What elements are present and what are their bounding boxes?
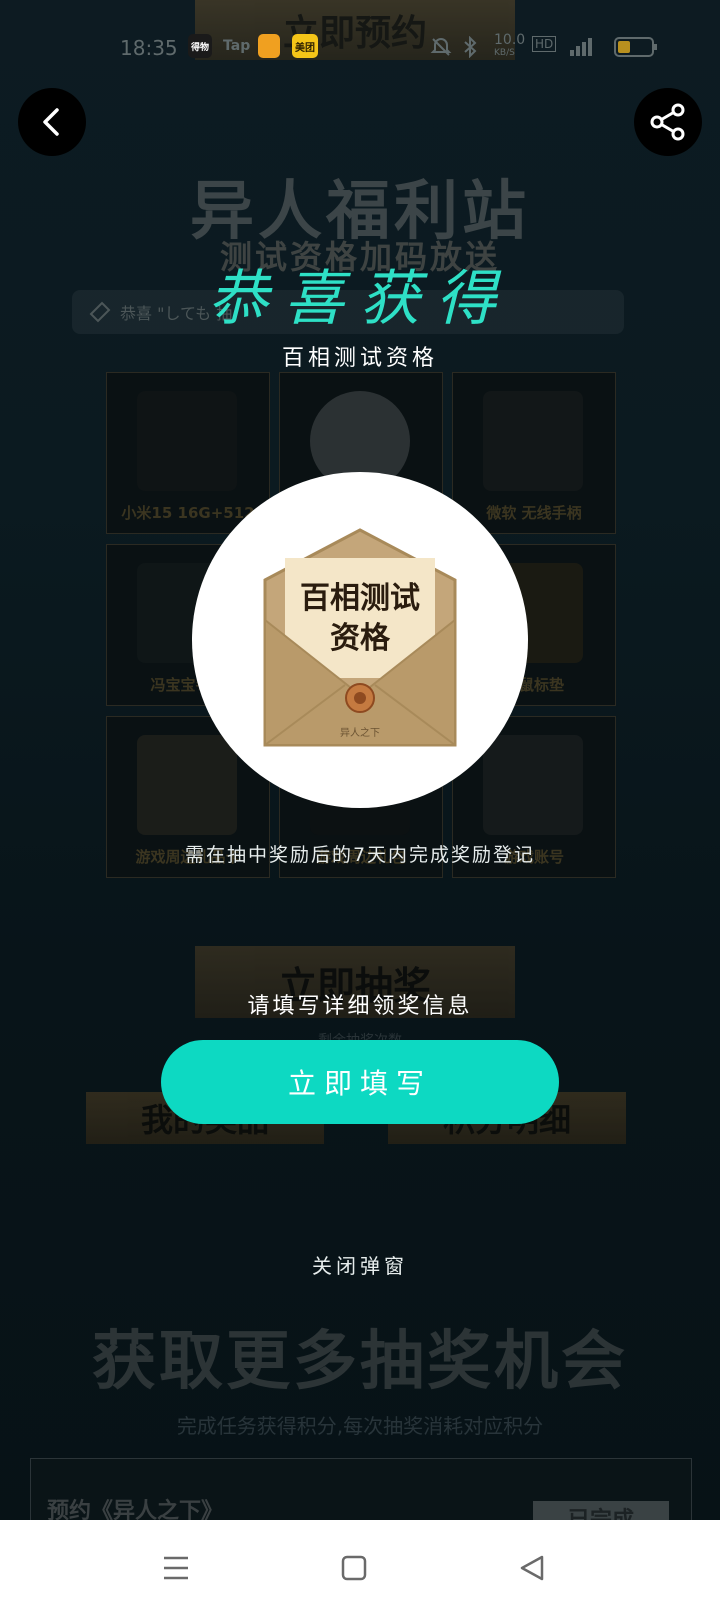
prize-name: 百相测试资格 [281,346,438,371]
envelope-text-line1: 百相测试 [300,581,420,616]
character-image [483,735,583,835]
more-chances-subtitle: 完成任务获得积分,每次抽奖消耗对应积分 [176,1414,544,1438]
chevron-left-icon [43,108,59,136]
controller-image [483,391,583,491]
bluetooth-icon [464,36,477,58]
system-nav-bar [0,1520,720,1608]
network-speed: 10.0 [494,32,526,48]
congrats-title: 恭喜获得 [208,264,512,334]
envelope-icon: 百相测试 资格 异人之下 [263,528,457,747]
fill-hint: 请填写详细领奖信息 [247,994,473,1019]
unknown-app-icon [258,34,280,58]
phone-image [137,391,237,491]
fill-now-button[interactable]: 立即填写 [161,1040,559,1124]
menu-key[interactable] [156,1548,196,1588]
prize-cell: 小米15 16G+512 [106,372,270,534]
more-chances-title: 获取更多抽奖机会 [92,1324,628,1399]
network-unit: KB/S [494,48,515,58]
battery-icon [614,37,657,57]
home-key[interactable] [334,1548,374,1588]
menu-icon [164,1556,188,1580]
triangle-back-icon [520,1555,544,1581]
signal-icon [570,38,592,56]
prize-image-circle: 百相测试 资格 异人之下 [192,472,528,808]
back-button[interactable] [18,88,86,156]
envelope-footer: 异人之下 [340,726,380,739]
claim-notice: 需在抽中奖励后的7天内完成奖励登记 [184,844,536,866]
share-icon [650,103,685,141]
prize-cell: 微软 无线手柄 [452,372,616,534]
envelope-text-line2: 资格 [330,621,391,656]
clock: 18:35 [120,36,178,60]
back-key[interactable] [512,1548,552,1588]
close-popup-link[interactable]: 关闭弹窗 [0,1250,720,1279]
square-home-icon [341,1555,367,1581]
taptap-app-icon: Tap [223,38,251,54]
dewu-app-icon: 得物 [188,34,212,58]
mute-icon [430,37,452,56]
status-bar: 18:35 得物 Tap 美团 10.0 KB/S HD [0,28,720,68]
meituan-app-icon: 美团 [292,34,318,58]
share-button[interactable] [634,88,702,156]
card-image [137,735,237,835]
hd-badge: HD [532,36,557,52]
